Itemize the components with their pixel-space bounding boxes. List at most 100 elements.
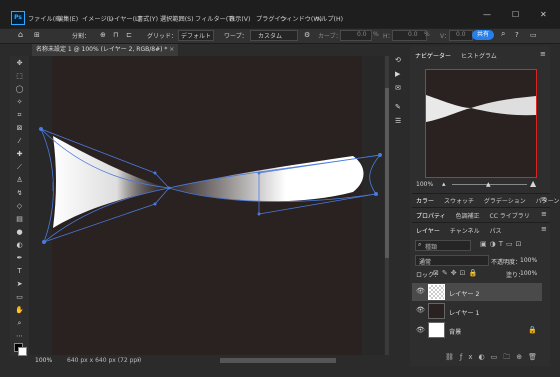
navigator-zoom-value[interactable]: 100% bbox=[416, 181, 433, 188]
actions-panel-icon[interactable]: ▶ bbox=[395, 70, 400, 78]
layer-actions[interactable]: ⛓ƒx◐▭🗀⊕🗑 bbox=[445, 353, 543, 364]
share-button[interactable]: 共有 bbox=[472, 30, 494, 40]
h-percent: % bbox=[424, 31, 430, 38]
layer-lock-icon: 🔒 bbox=[528, 326, 537, 334]
layer-name[interactable]: レイヤー 2 bbox=[449, 289, 479, 298]
crop-tool-icon[interactable]: ⌗ bbox=[14, 110, 25, 121]
navigator-menu-icon[interactable]: ≡ bbox=[540, 50, 546, 58]
split-horizontal-icon[interactable]: ⊏ bbox=[126, 31, 132, 39]
dodge-tool-icon[interactable]: ◐ bbox=[14, 240, 25, 251]
shape-tool-icon[interactable]: ▭ bbox=[14, 292, 25, 303]
background-color-swatch[interactable] bbox=[18, 347, 27, 356]
healing-brush-icon[interactable]: ✚ bbox=[14, 149, 25, 160]
visibility-eye-icon[interactable]: 👁 bbox=[416, 306, 425, 314]
orientation-icon[interactable]: ⚙ bbox=[304, 31, 310, 39]
tab-properties[interactable]: プロパティ bbox=[416, 213, 446, 220]
layer-filter-kind: 種類 bbox=[425, 244, 438, 251]
menu-item[interactable]: 表示(V) bbox=[229, 14, 250, 23]
navigator-preview[interactable] bbox=[425, 69, 537, 178]
stamp-tool-icon[interactable]: ♙ bbox=[14, 175, 25, 186]
curve-input[interactable] bbox=[340, 30, 372, 41]
zoom-in-icon[interactable]: ▲ bbox=[530, 179, 536, 188]
workspace-icon[interactable]: ▭ bbox=[530, 31, 537, 39]
marquee-tool-icon[interactable]: ⬚ bbox=[14, 71, 25, 82]
document-tab[interactable]: 名称未設定 1 @ 100% (レイヤー 2, RGB/8#) * × bbox=[32, 44, 179, 56]
curve-percent: % bbox=[373, 31, 379, 38]
type-tool-icon[interactable]: T bbox=[14, 266, 25, 277]
history-panel-icon[interactable]: ⟲ bbox=[395, 56, 401, 64]
tab-adjustments[interactable]: 色調補正 bbox=[456, 213, 480, 220]
hand-tool-icon[interactable]: ✋ bbox=[14, 305, 25, 316]
tab-channels[interactable]: チャンネル bbox=[450, 228, 480, 235]
split-crosswise-icon[interactable]: ⊕ bbox=[100, 31, 106, 39]
eyedropper-icon[interactable]: ⁄ bbox=[14, 136, 25, 147]
move-tool-icon[interactable]: ✥ bbox=[14, 58, 25, 69]
visibility-eye-icon[interactable]: 👁 bbox=[416, 287, 425, 295]
comments-panel-icon[interactable]: ✉ bbox=[395, 84, 401, 92]
layer-thumbnail bbox=[428, 284, 445, 300]
brush-tool-icon[interactable]: ⟋ bbox=[14, 162, 25, 173]
menu-item[interactable]: 書式(Y) bbox=[137, 14, 158, 23]
warp-graphic[interactable] bbox=[29, 56, 384, 355]
tab-navigator[interactable]: ナビゲーター bbox=[415, 53, 451, 60]
layer-filter-select[interactable] bbox=[415, 240, 471, 251]
zoom-out-icon[interactable]: ▴ bbox=[442, 180, 446, 188]
tab-histogram[interactable]: ヒストグラム bbox=[461, 53, 497, 60]
tab-paths[interactable]: パス bbox=[490, 228, 502, 235]
tab-gradients[interactable]: グラデーション bbox=[484, 198, 526, 205]
zoom-slider-handle[interactable]: ▲ bbox=[486, 181, 491, 188]
layer-name[interactable]: レイヤー 1 bbox=[449, 308, 479, 317]
pen-tool-icon[interactable]: ✒ bbox=[14, 253, 25, 264]
brush-settings-icon[interactable]: ✎ bbox=[395, 103, 401, 111]
layers-panel-menu-icon[interactable]: ≡ bbox=[541, 225, 547, 233]
split-vertical-icon[interactable]: ⊓ bbox=[113, 31, 118, 39]
v-value: 0.0 bbox=[456, 31, 466, 38]
horizontal-scroll-thumb[interactable] bbox=[220, 358, 336, 363]
tab-cc-libraries[interactable]: CC ライブラリ bbox=[490, 213, 530, 220]
zoom-tool-icon[interactable]: ⌕ bbox=[14, 318, 25, 329]
magic-wand-icon[interactable]: ✧ bbox=[14, 97, 25, 108]
layer-name[interactable]: 背景 bbox=[449, 327, 461, 336]
adjustments-panel-icon[interactable]: ☰ bbox=[395, 117, 401, 125]
panel-icon-strip bbox=[389, 46, 407, 366]
home-icon[interactable]: ⌂ bbox=[18, 30, 23, 39]
help-icon[interactable]: ? bbox=[515, 31, 519, 39]
tab-swatches[interactable]: スウォッチ bbox=[444, 198, 474, 205]
tab-layers[interactable]: レイヤー bbox=[416, 228, 440, 235]
path-select-icon[interactable]: ➤ bbox=[14, 279, 25, 290]
tab-patterns[interactable]: パターン bbox=[536, 198, 560, 205]
tab-color[interactable]: カラー bbox=[416, 198, 434, 205]
menu-item[interactable]: ヘルプ(H) bbox=[315, 14, 343, 23]
visibility-eye-icon[interactable]: 👁 bbox=[416, 326, 425, 334]
frame-tool-icon[interactable]: ⊠ bbox=[14, 123, 25, 134]
menu-item[interactable]: レイヤー(L) bbox=[108, 14, 141, 23]
opacity-value[interactable]: 100% bbox=[520, 257, 537, 264]
gradient-tool-icon[interactable]: ▤ bbox=[14, 214, 25, 225]
properties-panel-menu-icon[interactable]: ≡ bbox=[541, 210, 547, 218]
close-window-button[interactable]: ✕ bbox=[540, 10, 547, 19]
warped-gradient-right bbox=[169, 156, 364, 202]
status-menu-arrow[interactable]: › bbox=[137, 356, 140, 364]
layer-filter-icons[interactable]: ▣◑T▭⊡ bbox=[480, 240, 524, 248]
lasso-tool-icon[interactable]: ◯ bbox=[14, 84, 25, 95]
zoom-level[interactable]: 100% bbox=[35, 357, 52, 364]
history-brush-icon[interactable]: ↯ bbox=[14, 188, 25, 199]
search-icon[interactable]: ⌕ bbox=[501, 29, 505, 39]
blur-tool-icon[interactable]: ● bbox=[14, 227, 25, 238]
minimize-button[interactable]: — bbox=[483, 10, 491, 19]
menu-item[interactable]: 編集(E) bbox=[57, 14, 78, 23]
eraser-icon[interactable]: ◇ bbox=[14, 201, 25, 212]
document-info[interactable]: 640 px x 640 px (72 ppi) bbox=[67, 357, 141, 364]
filter-search-icon: ⌕ bbox=[418, 241, 422, 248]
curve-value: 0.0 bbox=[357, 31, 367, 38]
more-tools-icon[interactable]: ⋯ bbox=[14, 331, 25, 342]
fill-value[interactable]: 100% bbox=[520, 270, 537, 277]
panel-divider-3 bbox=[412, 222, 550, 223]
navigator-thumbnail bbox=[426, 95, 536, 122]
menu-item[interactable]: 選択範囲(S) bbox=[160, 14, 194, 23]
close-tab-icon[interactable]: × bbox=[169, 46, 174, 53]
lock-icons[interactable]: ⊠✎✥⊡🔒 bbox=[433, 269, 480, 277]
color-panel-menu-icon[interactable]: ≡ bbox=[541, 195, 547, 203]
warp-tool-icon[interactable]: ⊞ bbox=[34, 31, 40, 39]
maximize-button[interactable]: ☐ bbox=[512, 10, 519, 19]
